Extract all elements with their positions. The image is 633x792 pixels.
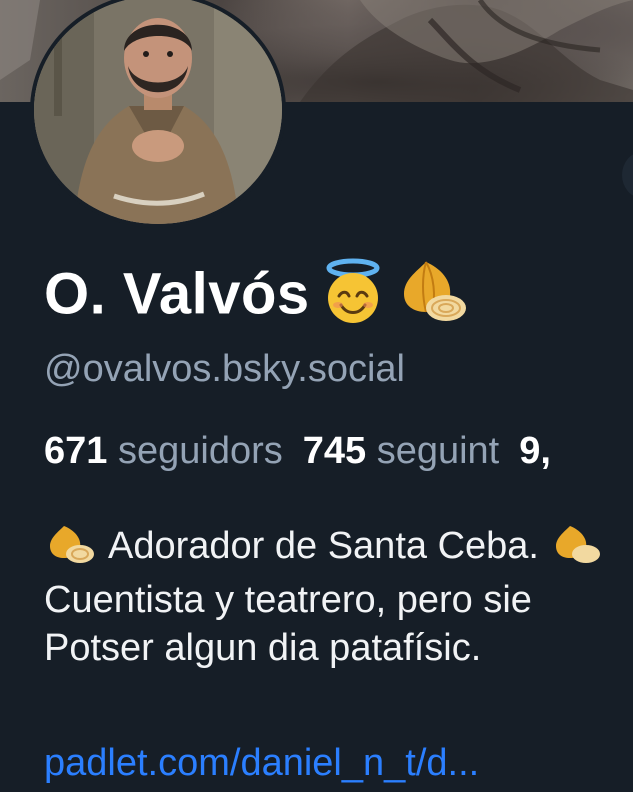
profile-handle: @ovalvos.bsky.social [44, 348, 405, 390]
more-options-button[interactable] [622, 152, 633, 198]
following-stat[interactable]: 745 seguint [303, 430, 500, 472]
following-label: seguint [376, 430, 500, 472]
display-name-row: O. Valvós [44, 258, 468, 338]
followers-stat[interactable]: 671 seguidors [44, 430, 283, 472]
smiling-face-with-halo-icon [322, 258, 384, 338]
bio-line-3: Potser algun dia patafísic. [44, 627, 482, 669]
onion-icon [396, 258, 468, 338]
bio-line-1: Adorador de Santa Ceba. [44, 522, 633, 576]
display-name: O. Valvós [44, 261, 310, 327]
avatar[interactable] [30, 0, 286, 228]
profile-bio: Adorador de Santa Ceba. Cuentista y teat… [44, 522, 633, 672]
followers-count: 671 [44, 430, 108, 472]
onion-icon [44, 524, 96, 576]
posts-count: 9, [519, 430, 551, 472]
onion-icon [550, 524, 602, 576]
followers-label: seguidors [117, 430, 283, 472]
bio-line-2: Cuentista y teatrero, pero sie [44, 579, 532, 621]
profile-website-link[interactable]: padlet.com/daniel_n_t/d... [44, 742, 479, 785]
profile-stats: 671 seguidors 745 seguint 9, [44, 430, 551, 473]
following-count: 745 [302, 430, 367, 472]
